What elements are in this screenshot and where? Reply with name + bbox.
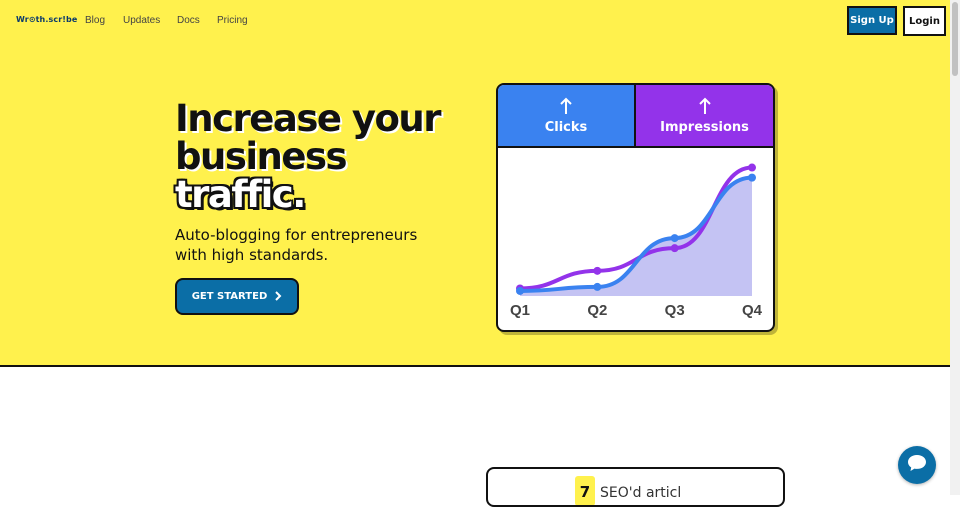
signup-button[interactable]: Sign Up	[847, 6, 897, 35]
data-point-clicks-q3	[670, 234, 679, 243]
tab-clicks-label: Clicks	[544, 119, 588, 135]
x-tick-label: Q4	[742, 302, 763, 319]
feature-text: SEO'd articl	[600, 485, 682, 501]
series-area-clicks	[520, 177, 752, 296]
chat-button[interactable]	[898, 446, 936, 484]
login-button[interactable]: Login	[903, 6, 946, 36]
tab-impressions-label: Impressions	[660, 119, 749, 135]
hero-headline: Increase your business traffic.	[175, 100, 475, 214]
chevron-right-icon	[275, 290, 282, 303]
headline-line-1: Increase your	[175, 97, 441, 140]
tab-clicks[interactable]: Clicks	[498, 85, 636, 148]
get-started-label: GET STARTED	[191, 291, 268, 302]
data-point-impressions-q3	[670, 244, 679, 253]
scrollbar-thumb[interactable]	[952, 2, 958, 76]
hero-subhead: Auto-blogging for entrepreneurs with hig…	[175, 226, 418, 264]
metrics-card: Clicks Impressions Q1 Q2 Q3 Q4	[496, 83, 775, 332]
x-tick-label: Q3	[665, 302, 685, 319]
data-point-clicks-q4	[748, 173, 756, 182]
nav-link-blog[interactable]: Blog	[85, 15, 105, 26]
headline-line-3: traffic.	[175, 173, 306, 216]
feature-card: 7 SEO'd articl	[486, 467, 785, 507]
hero-section: Wr⊙th.scr!be Blog Updates Docs Pricing S…	[0, 0, 950, 367]
headline-line-2: business	[175, 135, 348, 178]
nav-link-pricing[interactable]: Pricing	[217, 15, 248, 26]
nav-link-docs[interactable]: Docs	[177, 15, 200, 26]
data-point-impressions-q2	[593, 266, 602, 275]
logo[interactable]: Wr⊙th.scr!be	[16, 15, 77, 24]
data-point-clicks-q2	[593, 282, 602, 291]
traffic-chart: Q1 Q2 Q3 Q4	[510, 163, 763, 319]
data-point-impressions-q4	[748, 163, 756, 172]
arrow-up-icon	[560, 97, 572, 118]
nav-link-updates[interactable]: Updates	[123, 15, 160, 26]
tab-impressions[interactable]: Impressions	[636, 85, 773, 148]
x-tick-label: Q2	[587, 302, 607, 319]
feature-number: 7	[575, 476, 595, 505]
get-started-button[interactable]: GET STARTED	[175, 278, 299, 315]
chat-bubble-icon	[907, 454, 927, 476]
arrow-up-icon	[698, 97, 711, 118]
top-nav: Wr⊙th.scr!be Blog Updates Docs Pricing S…	[0, 0, 950, 42]
x-tick-label: Q1	[510, 302, 530, 319]
data-point-clicks-q1	[516, 286, 524, 295]
